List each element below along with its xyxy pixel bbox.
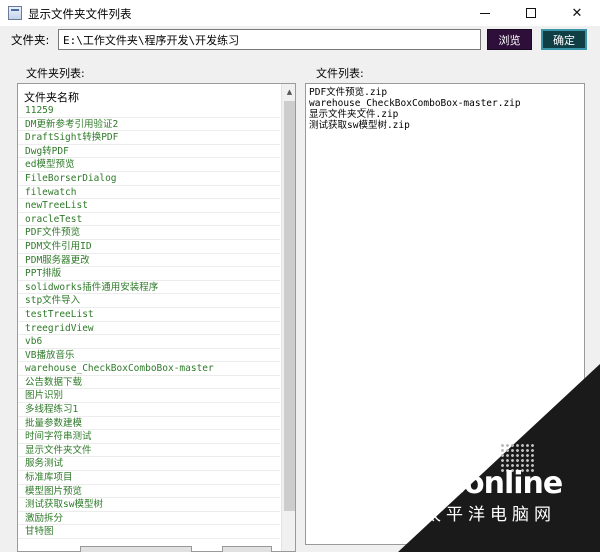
list-item[interactable]: 激励拆分 [18, 512, 280, 526]
list-item[interactable]: 11259 [18, 104, 280, 118]
title-bar: 显示文件夹文件列表 ✕ [0, 0, 600, 26]
scroll-up-arrow-icon[interactable]: ▲ [282, 84, 295, 99]
app-window-icon [8, 6, 22, 20]
file-list-label: 文件列表: [316, 67, 364, 80]
list-item[interactable]: 批量参数建模 [18, 417, 280, 431]
list-item[interactable]: filewatch [18, 186, 280, 200]
folder-rows: 11259 DM更新参考引用验证2 DraftSight转换PDF Dwg转PD… [18, 104, 280, 539]
minimize-button[interactable] [462, 0, 508, 26]
list-item[interactable]: treegridView [18, 322, 280, 336]
list-item[interactable]: newTreeList [18, 199, 280, 213]
list-item[interactable]: FileBorserDialog [18, 172, 280, 186]
file-item[interactable]: 显示文件夹文件.zip [306, 109, 521, 120]
watermark-logo: PConline [422, 466, 563, 501]
list-item[interactable]: PDM文件引用ID [18, 240, 280, 254]
list-item[interactable]: solidworks插件通用安装程序 [18, 281, 280, 295]
list-item[interactable]: testTreeList [18, 308, 280, 322]
list-item[interactable]: 测试获取sw模型树 [18, 498, 280, 512]
folder-path-input[interactable]: E:\工作文件夹\程序开发\开发练习 [58, 29, 481, 50]
folder-list-scrollbar[interactable]: ▲ [281, 84, 295, 551]
file-rows: PDF文件预览.zip warehouse_CheckBoxComboBox-m… [306, 87, 521, 131]
folder-list[interactable]: 文件夹名称 11259 DM更新参考引用验证2 DraftSight转换PDF … [17, 83, 296, 552]
list-item[interactable]: DM更新参考引用验证2 [18, 118, 280, 132]
list-item[interactable]: PDM服务器更改 [18, 254, 280, 268]
list-item[interactable]: oracleTest [18, 213, 280, 227]
list-item[interactable]: 时间字符串测试 [18, 430, 280, 444]
scroll-thumb[interactable] [284, 101, 295, 511]
browse-button[interactable]: 浏览 [487, 29, 532, 50]
close-icon: ✕ [571, 5, 583, 21]
ok-button[interactable]: 确定 [541, 29, 587, 50]
list-item[interactable]: 公告数据下载 [18, 376, 280, 390]
close-button[interactable]: ✕ [554, 0, 600, 26]
list-item[interactable]: stp文件导入 [18, 294, 280, 308]
list-item[interactable]: VB播放音乐 [18, 349, 280, 363]
minimize-icon [480, 12, 490, 14]
maximize-icon [526, 8, 536, 18]
list-item[interactable]: 多线程练习1 [18, 403, 280, 417]
bottom-button-left[interactable] [80, 546, 192, 552]
list-item[interactable]: warehouse_CheckBoxComboBox-master [18, 362, 280, 376]
list-item[interactable]: Dwg转PDF [18, 145, 280, 159]
list-item[interactable]: vb6 [18, 335, 280, 349]
folder-list-column-header[interactable]: 文件夹名称 [24, 89, 79, 105]
list-item[interactable]: 标准库项目 [18, 471, 280, 485]
list-item[interactable]: 图片识别 [18, 389, 280, 404]
list-item[interactable]: PDF文件预览 [18, 226, 280, 240]
bottom-button-right[interactable] [222, 546, 272, 552]
file-item[interactable]: PDF文件预览.zip [306, 87, 521, 98]
maximize-button[interactable] [508, 0, 554, 26]
folder-list-label: 文件夹列表: [26, 67, 85, 80]
list-item[interactable]: 服务测试 [18, 457, 280, 472]
list-item[interactable]: 模型图片预览 [18, 485, 280, 499]
list-item[interactable]: PPT排版 [18, 267, 280, 281]
list-item[interactable]: ed模型预览 [18, 158, 280, 172]
file-item[interactable]: 测试获取sw模型树.zip [306, 120, 521, 131]
list-item[interactable]: DraftSight转换PDF [18, 131, 280, 145]
watermark-subtitle: 太平洋电脑网 [424, 505, 556, 525]
file-item[interactable]: warehouse_CheckBoxComboBox-master.zip [306, 98, 521, 109]
folder-label: 文件夹: [11, 33, 50, 47]
list-item[interactable]: 显示文件夹文件 [18, 444, 280, 458]
window-title: 显示文件夹文件列表 [28, 7, 132, 21]
list-item[interactable]: 甘特图 [18, 525, 280, 539]
